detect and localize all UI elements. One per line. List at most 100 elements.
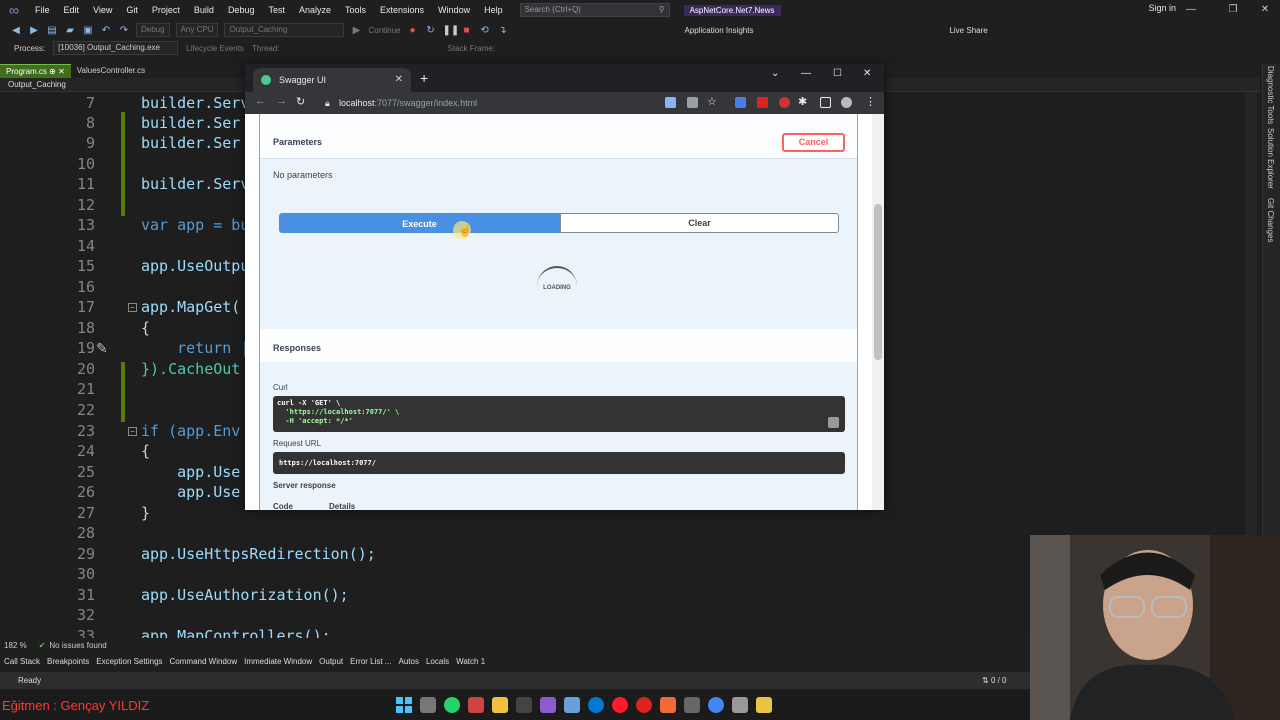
live-share-button[interactable]: Live Share [949,26,987,35]
clear-button[interactable]: Clear [560,213,839,233]
forward-arrow-icon[interactable]: → [276,95,287,107]
copy-to-clipboard-icon[interactable] [828,417,839,428]
tab-error-list[interactable]: Error List ... [350,657,391,666]
browser-tab-swagger[interactable]: Swagger UI ✕ [253,68,411,92]
menu-view[interactable]: View [86,0,119,20]
menu-window[interactable]: Window [431,0,477,20]
new-tab-icon[interactable]: + [420,70,428,86]
redo-icon[interactable]: ↷ [118,25,130,36]
fold-toggle-icon[interactable]: − [128,427,137,436]
menu-analyze[interactable]: Analyze [292,0,338,20]
extension-icon[interactable] [735,97,746,108]
puzzle-extensions-icon[interactable]: ✱ [798,95,807,108]
back-arrow-icon[interactable]: ← [255,95,266,107]
diagnostic-tools-tab[interactable]: Diagnostic Tools [1266,66,1275,124]
recorder-icon[interactable] [636,697,652,713]
undo-icon[interactable]: ↶ [100,25,112,36]
browser-maximize-icon[interactable]: ☐ [833,68,842,79]
tab-watch-1[interactable]: Watch 1 [456,657,485,666]
translate-icon[interactable] [665,97,676,108]
close-tab-icon[interactable]: ✕ [395,74,403,85]
step-over-icon[interactable]: ↴ [497,25,509,36]
menu-extensions[interactable]: Extensions [373,0,431,20]
tab-call-stack[interactable]: Call Stack [4,657,40,666]
visual-studio-icon[interactable] [540,697,556,713]
extension-icon[interactable] [757,97,768,108]
sticky-notes-icon[interactable] [756,697,772,713]
snipping-tool-icon[interactable] [468,697,484,713]
pin-icon[interactable]: ⊕ [49,67,56,76]
file-explorer-icon[interactable] [492,697,508,713]
execute-button[interactable]: Execute [279,213,560,233]
back-nav-icon[interactable]: ◀ [10,25,22,36]
curl-code-block[interactable]: curl -X 'GET' \ 'https://localhost:7077/… [273,396,845,432]
open-folder-icon[interactable]: ▰ [64,25,76,36]
vs-search-input[interactable]: Search (Ctrl+Q) ⚲ [519,3,670,17]
process-dropdown[interactable]: [10036] Output_Caching.exe [53,41,179,55]
menu-help[interactable]: Help [477,0,510,20]
tab-exception-settings[interactable]: Exception Settings [96,657,162,666]
vs-restore-icon[interactable]: ❐ [1218,0,1248,20]
platform-dropdown[interactable]: Any CPU [175,23,219,37]
tab-autos[interactable]: Autos [399,657,419,666]
project-navigation-dropdown[interactable]: Output_Caching [8,80,66,89]
browser-close-icon[interactable]: ✕ [863,68,871,79]
zoom-level[interactable]: 182 % [4,641,27,650]
save-icon[interactable]: ▣ [82,25,94,36]
startup-project-dropdown[interactable]: Output_Caching [224,23,345,37]
scrollbar-thumb[interactable] [874,204,882,360]
page-scrollbar[interactable] [872,114,884,510]
terminal-icon[interactable] [516,697,532,713]
tab-output[interactable]: Output [319,657,343,666]
tab-command-window[interactable]: Command Window [170,657,238,666]
sign-in-link[interactable]: Sign in [1148,3,1176,13]
git-sync-status[interactable]: ⇅ 0 / 0 [982,672,1007,689]
task-view-icon[interactable] [420,697,436,713]
menu-git[interactable]: Git [119,0,145,20]
side-panel-icon[interactable] [820,97,831,108]
quick-actions-screwdriver-icon[interactable]: ✎ [96,340,108,357]
tab-locals[interactable]: Locals [426,657,449,666]
tab-immediate-window[interactable]: Immediate Window [244,657,312,666]
postman-icon[interactable] [660,697,676,713]
menu-project[interactable]: Project [145,0,187,20]
vs-minimize-icon[interactable]: — [1176,0,1206,20]
share-icon[interactable] [687,97,698,108]
new-file-icon[interactable]: ▤ [46,25,58,36]
opera-icon[interactable] [612,697,628,713]
app-icon[interactable] [684,697,700,713]
profile-avatar-icon[interactable] [841,97,852,108]
request-url-value[interactable]: https://localhost:7077/ [273,452,845,474]
more-menu-icon[interactable]: ⋮ [865,95,876,108]
git-changes-tab[interactable]: Git Changes [1266,198,1275,242]
extension-icon[interactable] [779,97,790,108]
menu-build[interactable]: Build [187,0,221,20]
reload-icon[interactable]: ↻ [296,95,305,108]
play-icon[interactable]: ▶ [350,25,362,36]
issues-status[interactable]: No issues found [49,641,106,650]
application-insights-button[interactable]: Application Insights [685,26,754,35]
forward-nav-icon[interactable]: ▶ [28,25,40,36]
menu-tools[interactable]: Tools [338,0,373,20]
windows-start-icon[interactable] [396,697,412,713]
bookmark-star-icon[interactable]: ☆ [707,95,717,108]
fold-toggle-icon[interactable]: − [128,303,137,312]
browser-minimize-icon[interactable]: — [801,68,811,79]
hot-reload-icon[interactable]: ● [407,25,419,36]
address-bar[interactable]: 🔒︎ localhost:7077/swagger/index.html [317,94,617,112]
solution-explorer-tab[interactable]: Solution Explorer [1266,128,1275,189]
configuration-dropdown[interactable]: Debug [136,23,170,37]
pause-icon[interactable]: ❚❚ [443,25,460,36]
app-icon[interactable] [732,697,748,713]
tab-breakpoints[interactable]: Breakpoints [47,657,89,666]
refresh-icon[interactable]: ↻ [425,25,437,36]
tab-values-controller[interactable]: ValuesController.cs [71,64,151,78]
vs-close-icon[interactable]: ✕ [1250,0,1280,20]
continue-button[interactable]: Continue [368,26,400,35]
chrome-icon[interactable] [708,697,724,713]
menu-file[interactable]: File [28,0,57,20]
tab-program-cs[interactable]: Program.cs ⊕ ✕ [0,64,71,78]
tab-search-chevron-down-icon[interactable]: ⌄ [771,68,779,79]
whatsapp-icon[interactable] [444,697,460,713]
restart-icon[interactable]: ⟲ [479,25,491,36]
